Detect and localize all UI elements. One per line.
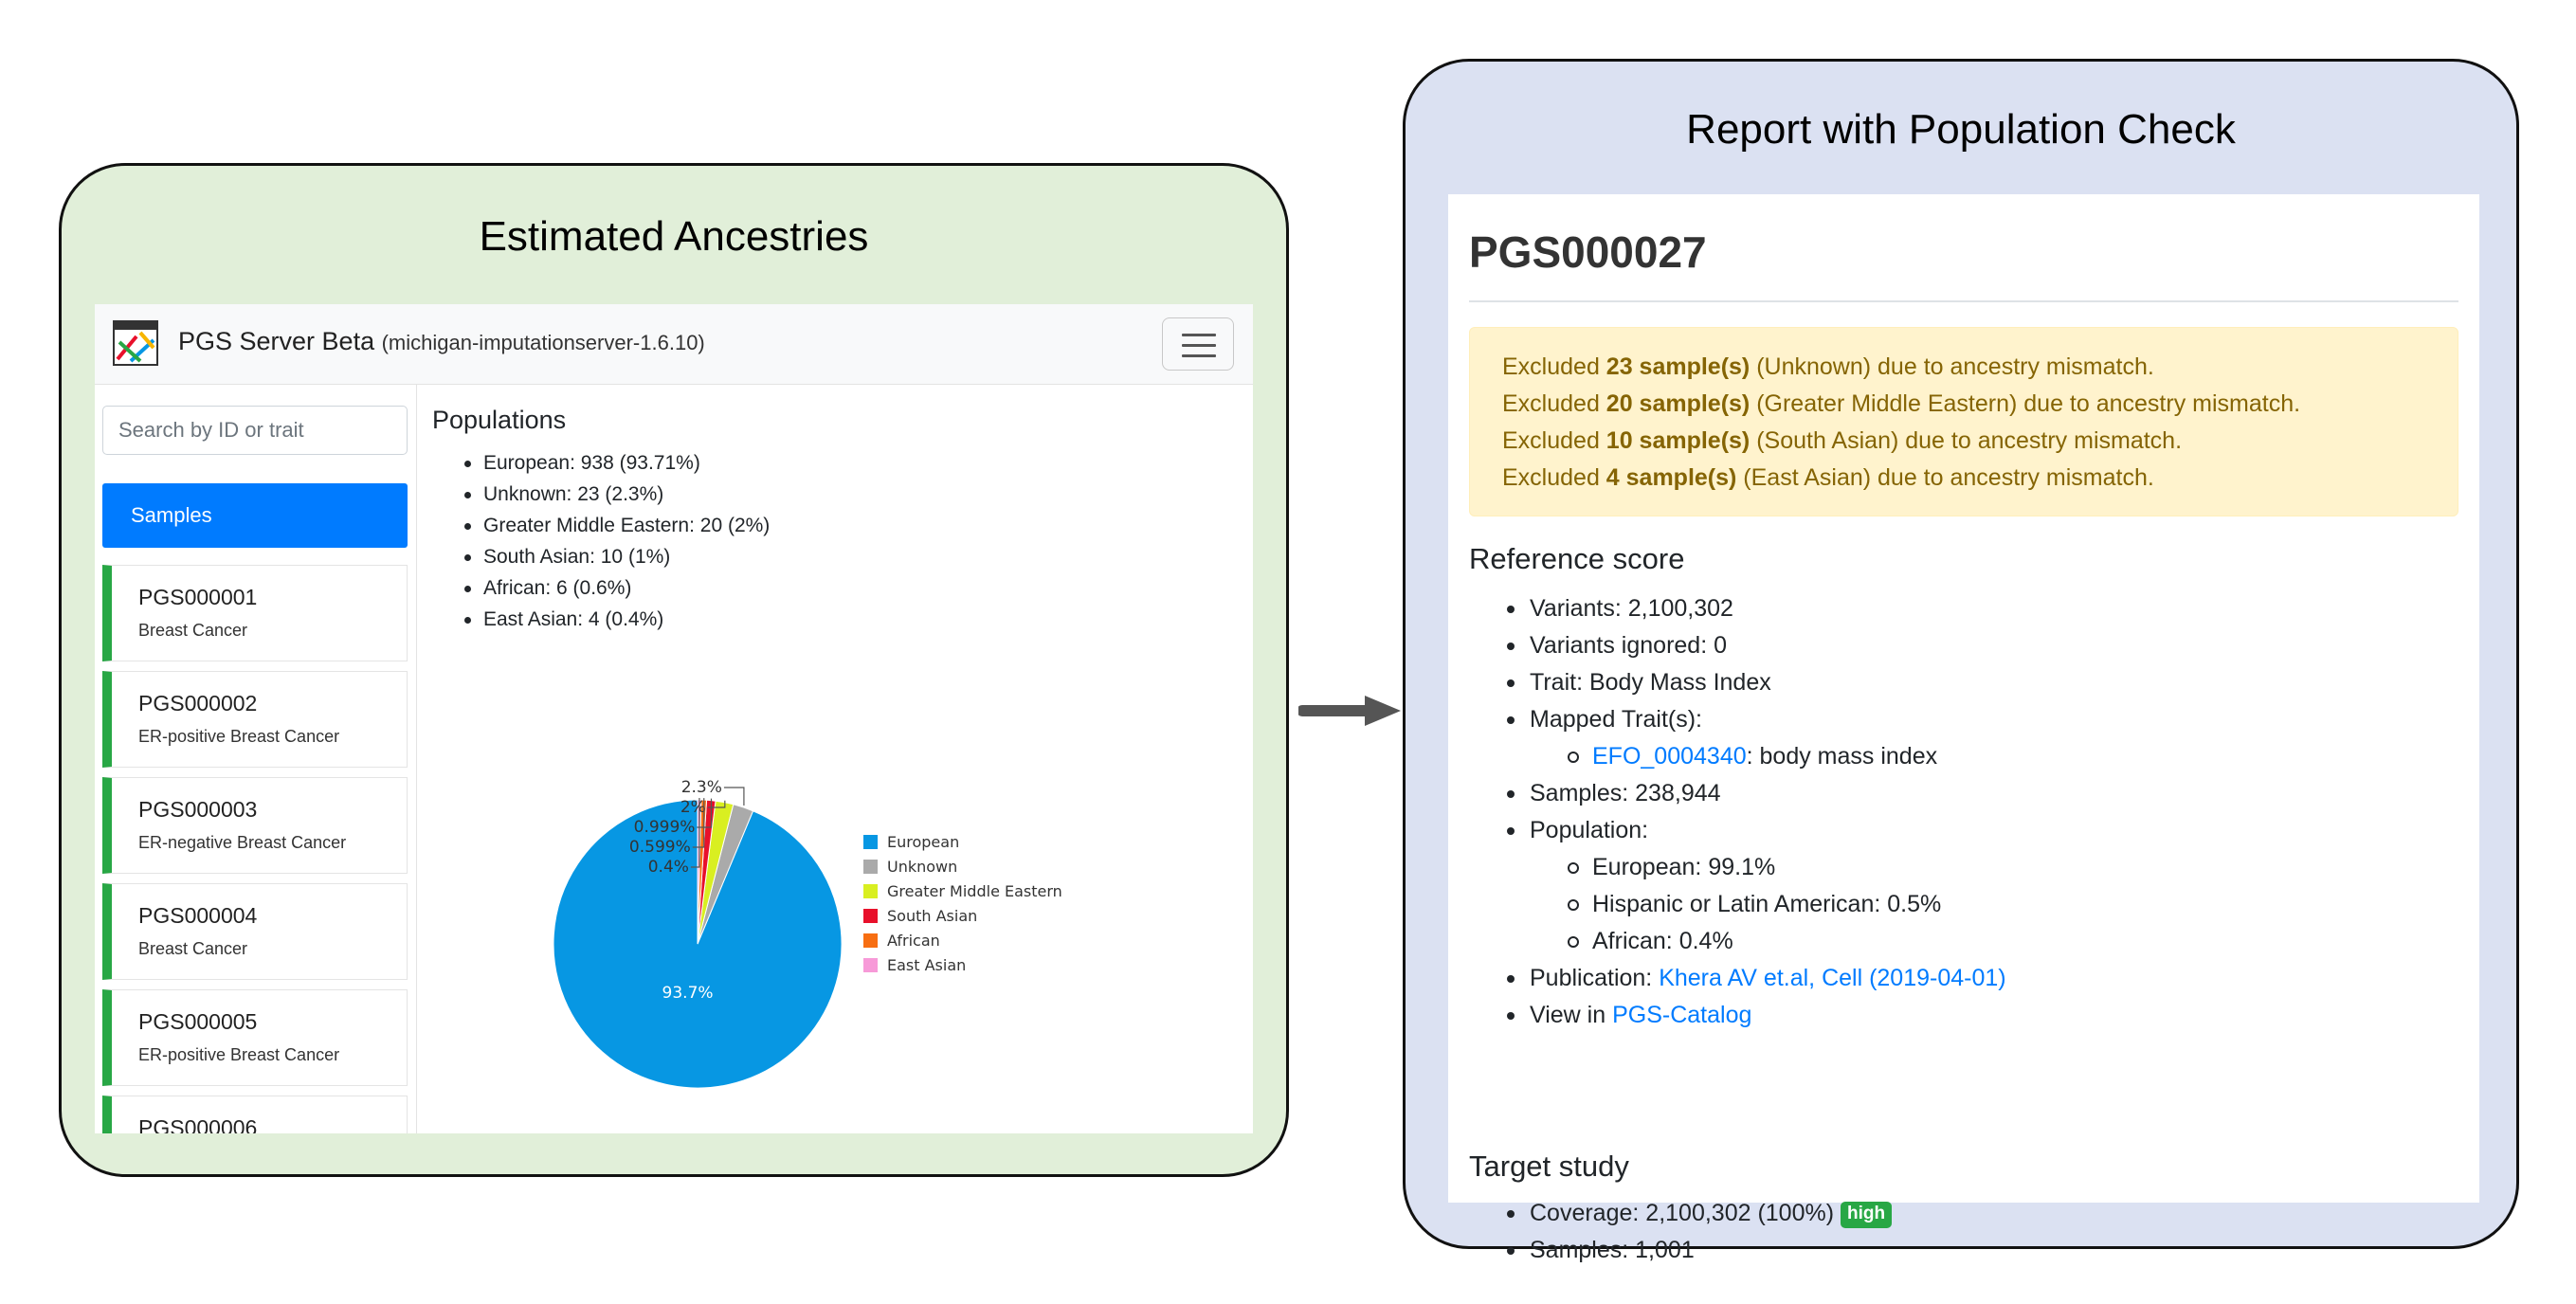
view-in-item: View in PGS-Catalog (1505, 997, 2006, 1034)
population-entry: African: 0.4% (1568, 923, 2006, 960)
estimated-ancestries-panel: Estimated Ancestries PGS Server Beta (mi… (59, 163, 1289, 1177)
pie-label: 0.4% (648, 858, 689, 877)
efo-link[interactable]: EFO_0004340 (1592, 743, 1747, 770)
samples-item: Samples: 238,944 (1505, 775, 2006, 812)
search-input[interactable] (102, 406, 408, 455)
pie-label: 2% (680, 798, 706, 817)
sidebar-item-score[interactable]: PGS000005 ER-positive Breast Cancer (102, 989, 408, 1086)
legend-label[interactable]: East Asian (887, 956, 966, 974)
score-id: PGS000003 (138, 797, 258, 822)
legend-label[interactable]: South Asian (887, 907, 977, 925)
menu-icon-bar (1182, 354, 1216, 357)
right-arrow-icon (1298, 696, 1401, 726)
score-id: PGS000004 (138, 903, 258, 928)
panel-title: Report with Population Check (1686, 106, 2236, 153)
legend-swatch (863, 860, 878, 874)
population-entry: European: 99.1% (1568, 849, 2006, 886)
pie-label: 0.999% (634, 818, 696, 837)
sidebar-item-score[interactable]: PGS000006 (102, 1096, 408, 1133)
menu-icon-bar (1182, 344, 1216, 347)
sidebar-item-samples[interactable]: Samples (102, 483, 408, 548)
population-entry: Hispanic or Latin American: 0.5% (1568, 886, 2006, 923)
pgs-server-window: PGS Server Beta (michigan-imputationserv… (95, 304, 1253, 1133)
score-trait: ER-negative Breast Cancer (138, 833, 347, 852)
variants-ignored-item: Variants ignored: 0 (1505, 627, 2006, 664)
hamburger-menu-button[interactable] (1162, 317, 1234, 371)
population-item: South Asian: 10 (1%) (461, 541, 770, 572)
variants-item: Variants: 2,100,302 (1505, 590, 2006, 627)
ancestry-pie-chart: 93.7% 2.3%2%0.999%0.599%0.4% European Unkno… (553, 778, 1062, 1089)
population-item: Unknown: 23 (2.3%) (461, 479, 770, 510)
score-trait: Breast Cancer (138, 939, 248, 958)
legend-swatch (863, 933, 878, 948)
target-study-heading: Target study (1469, 1150, 1629, 1183)
score-id: PGS000005 (138, 1009, 258, 1034)
reference-score-list: Variants: 2,100,302 Variants ignored: 0 … (1505, 590, 2006, 1034)
score-id: PGS000006 (138, 1115, 258, 1133)
menu-icon-bar (1182, 334, 1216, 336)
legend-label[interactable]: African (887, 932, 940, 950)
main-content: Populations European: 938 (93.71%) Unkno… (432, 385, 1253, 1133)
population-item: European: 938 (93.71%) (461, 447, 770, 479)
brand-title: PGS Server Beta (178, 327, 375, 355)
divider (1469, 300, 2458, 302)
navbar: PGS Server Beta (michigan-imputationserv… (95, 304, 1253, 385)
population-item: African: 6 (0.6%) (461, 572, 770, 604)
population-item: Population: European: 99.1% Hispanic or … (1505, 812, 2006, 960)
report-panel: Report with Population Check PGS000027 E… (1403, 59, 2519, 1263)
legend-label[interactable]: European (887, 833, 959, 851)
pgs-logo-icon (113, 320, 158, 366)
publication-link[interactable]: Khera AV et.al, Cell (2019-04-01) (1659, 965, 2005, 991)
score-id: PGS000001 (138, 585, 258, 609)
mapped-trait: EFO_0004340: body mass index (1568, 738, 2006, 775)
publication-item: Publication: Khera AV et.al, Cell (2019-… (1505, 960, 2006, 997)
score-trait: Breast Cancer (138, 621, 248, 640)
legend-label[interactable]: Greater Middle Eastern (887, 882, 1062, 900)
score-id: PGS000002 (138, 691, 258, 715)
reference-score-heading: Reference score (1469, 542, 1685, 575)
alert-line: Excluded 23 sample(s) (Unknown) due to a… (1502, 353, 2154, 380)
pie-label: 0.599% (629, 838, 691, 857)
sidebar-item-score[interactable]: PGS000002 ER-positive Breast Cancer (102, 671, 408, 768)
populations-list: European: 938 (93.71%) Unknown: 23 (2.3%… (461, 447, 770, 635)
report-title: PGS000027 (1469, 227, 1707, 277)
alert-line: Excluded 20 sample(s) (Greater Middle Ea… (1502, 390, 2301, 417)
legend-swatch (863, 909, 878, 923)
brand-version: (michigan-imputationserver-1.6.10) (381, 331, 705, 354)
mapped-traits-item: Mapped Trait(s): EFO_0004340: body mass … (1505, 701, 2006, 775)
score-trait: ER-positive Breast Cancer (138, 1045, 340, 1064)
legend-label[interactable]: Unknown (887, 858, 957, 876)
alert-line: Excluded 10 sample(s) (South Asian) due … (1502, 427, 2183, 454)
score-trait: ER-positive Breast Cancer (138, 727, 340, 746)
coverage-badge: high (1841, 1202, 1893, 1228)
pgs-catalog-link[interactable]: PGS-Catalog (1612, 1002, 1751, 1028)
coverage-item: Coverage: 2,100,302 (100%) high (1505, 1195, 1893, 1232)
target-study-list: Coverage: 2,100,302 (100%) high Samples:… (1505, 1195, 1893, 1269)
ancestry-warning-alert: Excluded 23 sample(s) (Unknown) due to a… (1469, 327, 2458, 516)
sidebar-item-score[interactable]: PGS000004 Breast Cancer (102, 883, 408, 980)
pie-label: 93.7% (662, 984, 714, 1003)
population-item: East Asian: 4 (0.4%) (461, 604, 770, 635)
pie-label: 2.3% (681, 778, 722, 797)
panel-title: Estimated Ancestries (479, 213, 869, 260)
trait-item: Trait: Body Mass Index (1505, 664, 2006, 701)
sidebar-item-score[interactable]: PGS000003 ER-negative Breast Cancer (102, 777, 408, 874)
target-samples-item: Samples: 1,001 (1505, 1232, 1892, 1269)
sidebar-item-score[interactable]: PGS000001 Breast Cancer (102, 565, 408, 661)
alert-line: Excluded 4 sample(s) (East Asian) due to… (1502, 464, 2154, 491)
sidebar: Samples PGS000001 Breast Cancer PGS00000… (95, 385, 417, 1133)
population-item: Greater Middle Eastern: 20 (2%) (461, 510, 770, 541)
legend-swatch (863, 835, 878, 849)
report-page: PGS000027 Excluded 23 sample(s) (Unknown… (1448, 194, 2479, 1263)
populations-title: Populations (432, 406, 567, 434)
navbar-brand[interactable]: PGS Server Beta (michigan-imputationserv… (178, 327, 705, 356)
legend-swatch (863, 884, 878, 898)
legend-swatch (863, 958, 878, 972)
